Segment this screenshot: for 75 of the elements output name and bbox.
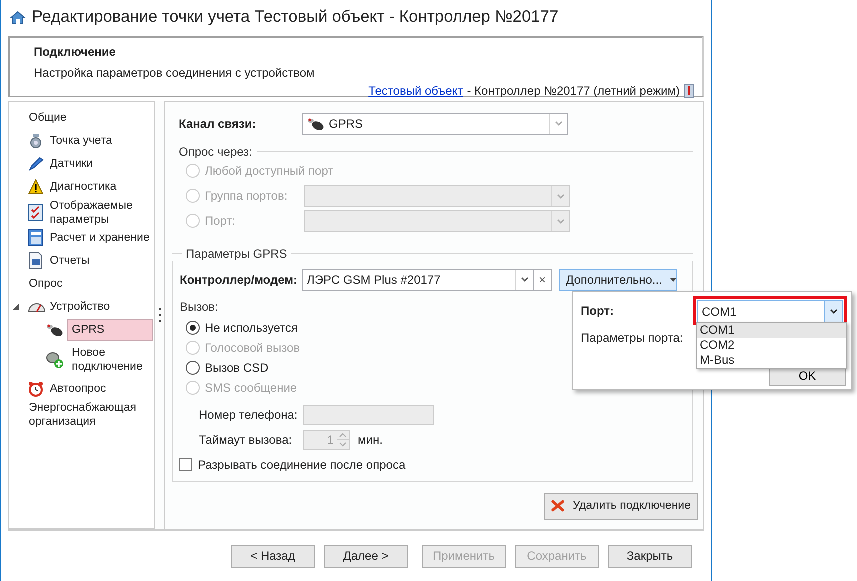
radio-label: Вызов CSD: [205, 360, 269, 375]
pen-icon: [28, 156, 44, 172]
footer-button[interactable]: Закрыть: [608, 544, 692, 568]
radio-label: SMS сообщение: [205, 380, 298, 395]
alarm-clock-icon: [28, 381, 44, 398]
sidebar-item[interactable]: Отображаемые параметры: [50, 198, 150, 227]
spin-arrows-icon: [337, 430, 349, 449]
clear-button[interactable]: ×: [534, 268, 552, 291]
port-dropdown[interactable]: COM1: [697, 300, 843, 323]
radio-button[interactable]: [186, 320, 200, 335]
field-label: Номер телефона:: [199, 408, 299, 422]
checklist-icon: [28, 204, 44, 222]
field-label: Канал связи:: [179, 116, 258, 131]
unit-label: мин.: [358, 432, 383, 447]
phone-field[interactable]: [303, 404, 434, 425]
delete-connection-button[interactable]: Удалить подключение: [544, 492, 698, 520]
modem-dropdown[interactable]: ЛЭРС GSM Plus #20177: [302, 268, 534, 291]
footer-button[interactable]: Далее >: [324, 544, 408, 568]
sidebar-item[interactable]: Точка учета: [50, 134, 150, 148]
radio-label: Группа портов:: [205, 189, 289, 204]
calculator-icon: [28, 229, 44, 248]
sidebar-item[interactable]: Датчики: [50, 157, 150, 172]
sidebar-item[interactable]: Новое подключение: [67, 342, 153, 378]
controller-info: - Контроллер №20177 (летний режим): [467, 84, 680, 98]
radio-label: Любой доступный порт: [205, 164, 334, 178]
more-button[interactable]: Дополнительно...: [559, 268, 677, 291]
sidebar-item[interactable]: Диагностика: [50, 180, 150, 194]
dropdown-option[interactable]: COM1: [697, 323, 846, 338]
radio-label: Не используется: [205, 320, 298, 335]
sidebar-item[interactable]: Отчеты: [50, 254, 150, 268]
warning-icon: [28, 179, 44, 196]
splitter-handle-icon[interactable]: [158, 308, 160, 322]
dropdown-option[interactable]: M-Bus: [697, 353, 846, 368]
checkbox-label: Разрывать соединение после опроса: [198, 458, 406, 472]
sidebar-item[interactable]: Автоопрос: [50, 382, 150, 396]
radio-label: Порт:: [205, 214, 237, 228]
add-connection-icon: [46, 350, 64, 369]
meter-icon: [28, 133, 44, 150]
sidebar-item[interactable]: Общие: [29, 111, 149, 126]
sidebar-item[interactable]: Энергоснабжающая организация: [29, 400, 149, 429]
section-subtitle: Настройка параметров соединения с устройством: [34, 66, 316, 80]
field-label: Порт:: [581, 304, 614, 318]
field-label: Контроллер/модем:: [180, 272, 298, 287]
caret-icon: [670, 278, 678, 282]
caret-icon: [556, 218, 564, 224]
checkbox[interactable]: [179, 458, 192, 472]
field-label: Параметры порта:: [581, 331, 684, 345]
modem-icon: [46, 323, 64, 338]
radio-label: Голосовой вызов: [205, 340, 300, 355]
expand-arrow-icon[interactable]: [13, 304, 19, 310]
document-icon: [28, 252, 44, 270]
caret-icon: [554, 121, 562, 126]
modem-icon: [307, 116, 325, 131]
sidebar-item[interactable]: Расчет и хранение: [50, 231, 150, 246]
channel-dropdown[interactable]: GPRS: [302, 112, 568, 135]
group-label: Вызов:: [180, 300, 218, 314]
sidebar-item[interactable]: Устройство: [50, 300, 150, 314]
caret-icon: [556, 194, 564, 199]
section-title: Подключение: [34, 44, 117, 59]
thermometer-icon: [684, 84, 694, 98]
sidebar-item[interactable]: Опрос: [29, 277, 149, 292]
dropdown-option[interactable]: COM2: [697, 338, 846, 353]
house-icon: [10, 10, 26, 25]
object-link[interactable]: Тестовый объект: [368, 84, 464, 98]
caret-icon: [520, 277, 528, 282]
dropdown-field[interactable]: [304, 185, 570, 208]
window-title: Редактирование точки учета Тестовый объект - Контроллер №20177: [32, 8, 559, 28]
group-label: Опрос через:: [179, 144, 252, 159]
footer-button[interactable]: < Назад: [231, 544, 315, 568]
dropdown-field[interactable]: [304, 210, 570, 232]
field-label: Таймаут вызова:: [199, 432, 294, 447]
caret-icon: [830, 309, 838, 314]
radio-button[interactable]: [186, 360, 200, 375]
sidebar-item[interactable]: GPRS: [67, 319, 153, 342]
group-label: Параметры GPRS: [185, 246, 288, 261]
